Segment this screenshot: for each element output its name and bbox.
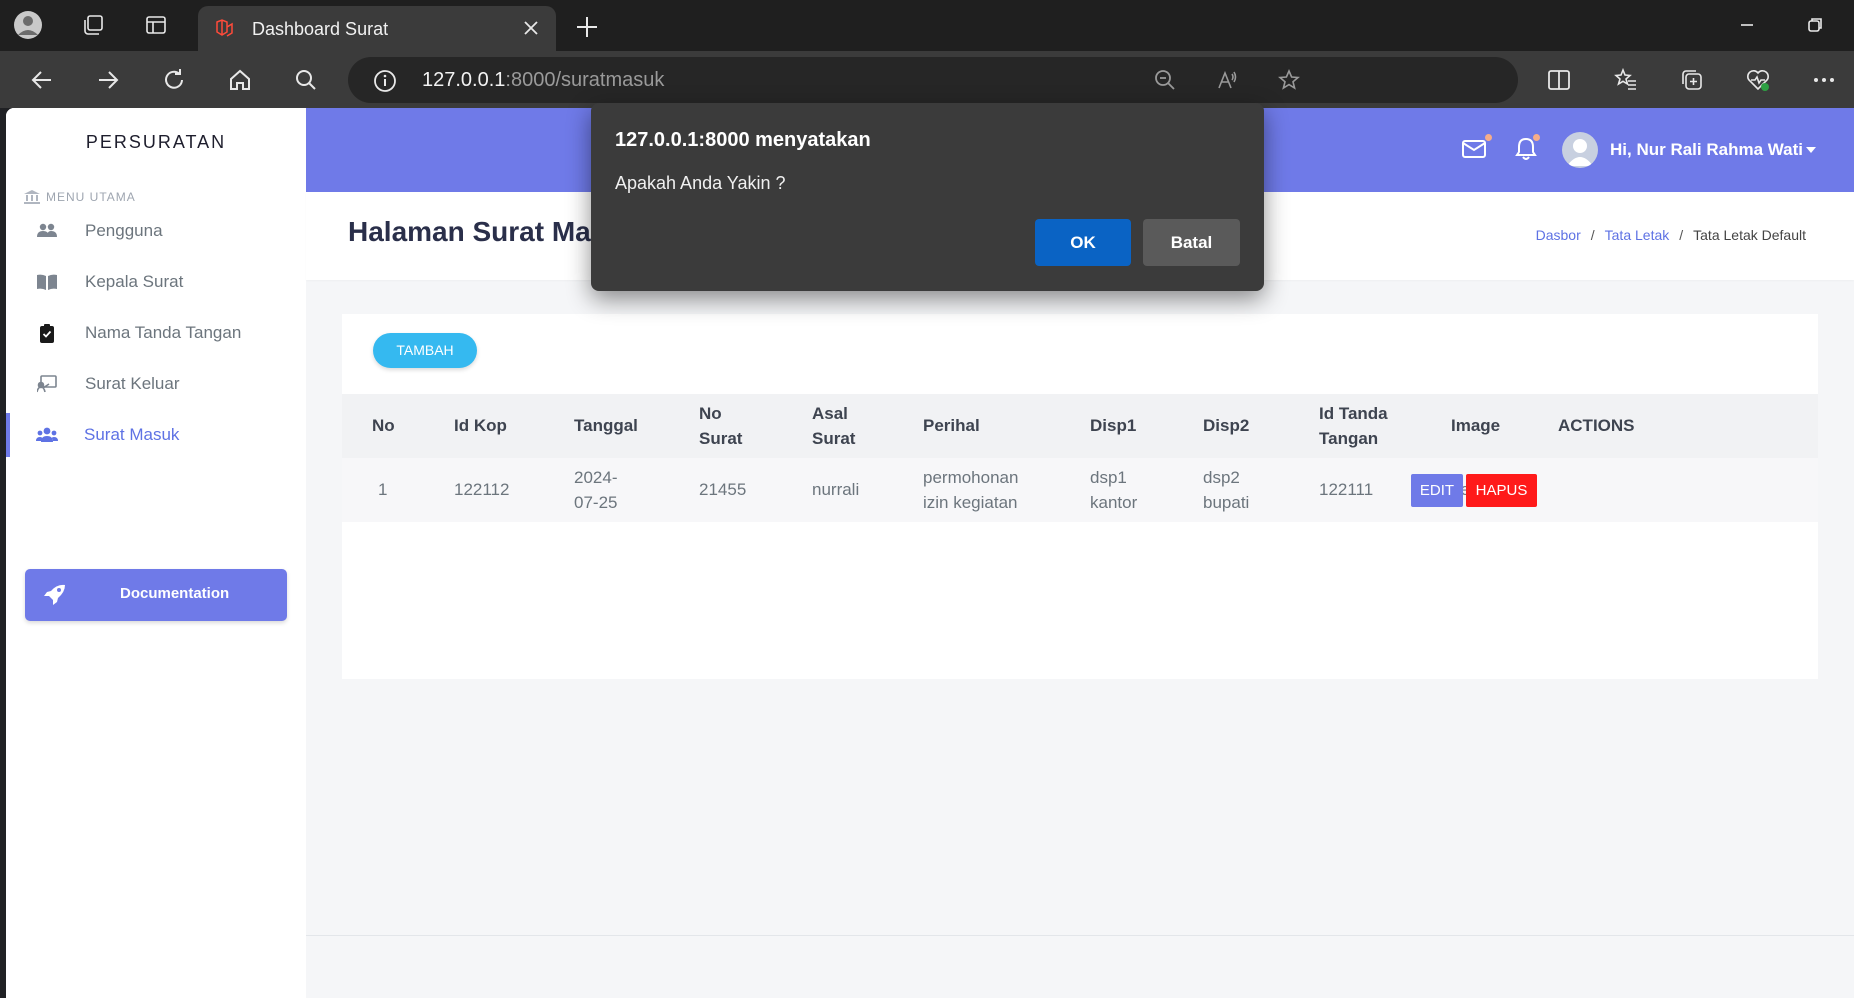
cell-perihal: permohonan izin kegiatan bbox=[923, 468, 1019, 512]
table-header: No Id Kop Tanggal No Surat Asal Surat Peri… bbox=[342, 394, 1818, 458]
new-tab-icon[interactable] bbox=[572, 12, 602, 42]
breadcrumb-separator: / bbox=[1679, 227, 1684, 243]
profile-icon[interactable] bbox=[11, 8, 45, 42]
sidebar-item-pengguna[interactable]: Pengguna bbox=[6, 209, 306, 253]
breadcrumb: Dasbor / Tata Letak / Tata Letak Default bbox=[1536, 227, 1806, 243]
edit-button[interactable]: EDIT bbox=[1411, 474, 1463, 507]
cell-disp1: dsp1 kantor bbox=[1090, 468, 1138, 512]
ok-button[interactable]: OK bbox=[1035, 219, 1131, 266]
sidebar-item-label: Surat Keluar bbox=[85, 374, 180, 393]
column-header: Tanggal bbox=[574, 416, 638, 435]
browser-tab-bar: Dashboard Surat bbox=[0, 0, 1854, 51]
sidebar-item-surat-masuk[interactable]: Surat Masuk bbox=[6, 413, 306, 457]
users-group-icon bbox=[36, 424, 58, 446]
favorite-star-icon[interactable] bbox=[1272, 63, 1306, 97]
sidebar: PERSURATAN MENU UTAMA Pengguna Kepala Su… bbox=[6, 108, 306, 998]
surat-masuk-card: TAMBAH No Id Kop Tanggal No Surat Asal Sur… bbox=[342, 314, 1818, 679]
forward-icon[interactable] bbox=[91, 63, 125, 97]
sidebar-item-label: Nama Tanda Tangan bbox=[85, 323, 242, 342]
menu-heading: MENU UTAMA bbox=[24, 190, 136, 204]
cell-tanggal: 2024- 07-25 bbox=[574, 468, 618, 512]
site-info-icon[interactable] bbox=[372, 68, 398, 94]
column-header: Perihal bbox=[923, 416, 980, 435]
column-header: No bbox=[372, 416, 395, 435]
collections-icon[interactable] bbox=[1675, 63, 1709, 97]
sidebar-brand[interactable]: PERSURATAN bbox=[6, 132, 306, 153]
bell-notification-dot bbox=[1533, 134, 1540, 141]
bank-icon bbox=[24, 190, 40, 204]
clipboard-check-icon bbox=[36, 322, 58, 344]
sidebar-item-kepala-surat[interactable]: Kepala Surat bbox=[6, 260, 306, 304]
mail-notification-dot bbox=[1485, 134, 1492, 141]
split-screen-icon[interactable] bbox=[1542, 63, 1576, 97]
cell-no-surat: 21455 bbox=[699, 480, 747, 499]
cancel-button[interactable]: Batal bbox=[1143, 219, 1240, 266]
book-icon bbox=[36, 271, 58, 293]
refresh-icon[interactable] bbox=[157, 63, 191, 97]
favorites-icon[interactable] bbox=[1609, 63, 1643, 97]
workspaces-icon[interactable] bbox=[76, 8, 110, 42]
tab-actions-icon[interactable] bbox=[139, 8, 173, 42]
chevron-down-icon[interactable] bbox=[1806, 147, 1816, 153]
breadcrumb-separator: / bbox=[1590, 227, 1595, 243]
home-icon[interactable] bbox=[223, 63, 257, 97]
dialog-title: 127.0.0.1:8000 menyatakan bbox=[615, 129, 871, 151]
back-icon[interactable] bbox=[25, 63, 59, 97]
search-icon[interactable] bbox=[289, 63, 323, 97]
cell-id-kop: 122112 bbox=[454, 480, 510, 499]
dialog-message: Apakah Anda Yakin ? bbox=[615, 173, 786, 193]
read-aloud-icon[interactable] bbox=[1210, 63, 1244, 97]
column-header: Id Kop bbox=[454, 416, 507, 435]
hapus-button[interactable]: HAPUS bbox=[1466, 474, 1537, 507]
users-icon bbox=[36, 220, 58, 242]
laravel-icon bbox=[216, 19, 233, 37]
browser-toolbar: 127.0.0.1:8000/suratmasuk bbox=[0, 51, 1854, 108]
tambah-button[interactable]: TAMBAH bbox=[373, 333, 477, 368]
sidebar-item-surat-keluar[interactable]: Surat Keluar bbox=[6, 362, 306, 406]
sidebar-item-label: Pengguna bbox=[85, 221, 163, 240]
sidebar-item-nama-tanda-tangan[interactable]: Nama Tanda Tangan bbox=[6, 311, 306, 355]
zoom-out-icon[interactable] bbox=[1148, 63, 1182, 97]
column-header: No Surat bbox=[699, 404, 743, 448]
documentation-label: Documentation bbox=[120, 585, 230, 602]
user-menu[interactable]: Hi, Nur Rali Rahma Wati bbox=[1610, 140, 1803, 160]
rocket-icon bbox=[44, 584, 65, 605]
minimize-icon[interactable] bbox=[1732, 10, 1762, 40]
cell-asal-surat: nurrali bbox=[812, 480, 860, 499]
menu-heading-label: MENU UTAMA bbox=[46, 190, 136, 204]
column-header: ACTIONS bbox=[1558, 416, 1635, 435]
mail-icon[interactable] bbox=[1460, 135, 1488, 163]
sidebar-item-label: Surat Masuk bbox=[84, 425, 180, 444]
restore-icon[interactable] bbox=[1800, 10, 1830, 40]
page-title: Halaman Surat Ma bbox=[348, 216, 591, 247]
documentation-button[interactable]: Documentation bbox=[25, 569, 287, 621]
breadcrumb-tata-letak[interactable]: Tata Letak bbox=[1605, 227, 1670, 243]
sidebar-item-label: Kepala Surat bbox=[85, 272, 184, 291]
breadcrumb-current: Tata Letak Default bbox=[1693, 227, 1806, 243]
column-header: Image bbox=[1451, 416, 1501, 435]
chalkboard-icon bbox=[36, 373, 58, 395]
confirm-dialog: 127.0.0.1:8000 menyatakan Apakah Anda Ya… bbox=[591, 103, 1264, 291]
footer-divider bbox=[306, 935, 1854, 936]
table-row: 1 122112 2024- 07-25 21455 nurrali permoh… bbox=[342, 458, 1818, 522]
active-tab[interactable]: Dashboard Surat bbox=[198, 6, 556, 51]
column-header: Disp2 bbox=[1203, 416, 1250, 435]
close-tab-icon[interactable] bbox=[520, 17, 542, 39]
url-text: 127.0.0.1:8000/suratmasuk bbox=[422, 69, 665, 91]
column-header: Id Tanda Tangan bbox=[1319, 404, 1388, 448]
avatar[interactable] bbox=[1562, 132, 1598, 168]
tab-title: Dashboard Surat bbox=[252, 19, 389, 39]
breadcrumb-dasbor[interactable]: Dasbor bbox=[1536, 227, 1581, 243]
column-header: Asal Surat bbox=[812, 404, 856, 448]
column-header: Disp1 bbox=[1090, 416, 1137, 435]
address-bar[interactable]: 127.0.0.1:8000/suratmasuk bbox=[348, 57, 1518, 103]
cell-disp2: dsp2 bupati bbox=[1203, 468, 1250, 512]
browser-essentials-icon[interactable] bbox=[1741, 63, 1775, 97]
more-options-icon[interactable] bbox=[1807, 63, 1841, 97]
cell-id-tanda-tangan: 122111 bbox=[1319, 480, 1374, 499]
cell-no: 1 bbox=[378, 480, 388, 499]
